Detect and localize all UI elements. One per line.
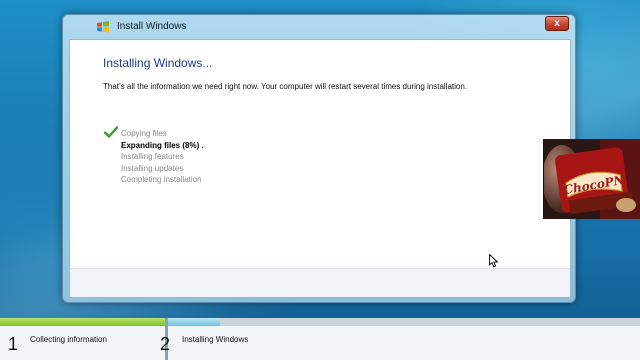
restart-notice: That’s all the information we need right… bbox=[103, 82, 468, 91]
dialog-footer bbox=[70, 268, 570, 297]
stage-number: 2 bbox=[160, 334, 171, 354]
progress-collecting-information bbox=[0, 318, 165, 326]
stage-label-collecting-information: Collecting information bbox=[30, 335, 107, 344]
step-installing-updates: Installing updates bbox=[103, 163, 403, 175]
step-label: Copying files bbox=[121, 129, 167, 138]
close-button[interactable]: x bbox=[545, 16, 569, 31]
stage-number: 1 bbox=[8, 334, 19, 354]
step-expanding-files: Expanding files (8%) . bbox=[103, 140, 403, 152]
step-label: Completing installation bbox=[121, 175, 202, 184]
progress-installing-windows bbox=[168, 318, 220, 326]
stage-label-installing-windows: Installing Windows bbox=[182, 335, 249, 344]
window-title: Install Windows bbox=[117, 21, 187, 32]
windows-logo-icon bbox=[97, 21, 109, 33]
step-copying-files: Copying files bbox=[103, 126, 403, 140]
install-steps-list: Copying files Expanding files (8%) . Ins… bbox=[103, 126, 403, 186]
step-label: Expanding files (8%) . bbox=[121, 140, 204, 150]
step-label: Installing features bbox=[121, 152, 184, 161]
step-installing-features: Installing features bbox=[103, 151, 403, 163]
step-label: Installing updates bbox=[121, 163, 184, 173]
mouse-cursor-icon bbox=[489, 254, 498, 268]
webcam-overlay: ChocoPN bbox=[543, 139, 640, 219]
step-completing-installation: Completing installation bbox=[103, 174, 403, 186]
title-bar[interactable]: Install Windows x bbox=[63, 15, 575, 39]
webcam-frame: ChocoPN bbox=[544, 139, 640, 219]
page-heading: Installing Windows... bbox=[103, 56, 213, 70]
check-icon bbox=[104, 126, 118, 138]
